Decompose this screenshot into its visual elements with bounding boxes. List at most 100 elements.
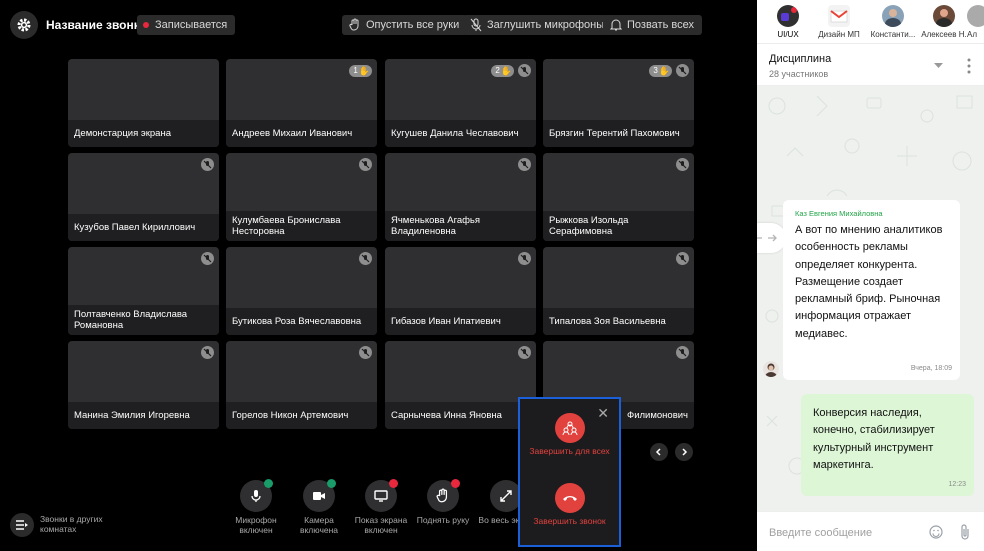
tab-konstantin[interactable]: Константи... (868, 5, 918, 40)
participant-tile[interactable]: 3 ✋ Брязгин Терентий Пахомович (543, 59, 694, 147)
lower-all-hands-label: Опустить все руки (366, 19, 460, 31)
mic-muted-icon (359, 346, 372, 359)
expand-collapse-button[interactable] (757, 223, 786, 253)
participant-tile[interactable]: Горелов Никон Артемович (226, 341, 377, 429)
members-count: 28 участников (769, 69, 829, 79)
tab-alekseev[interactable]: Алексеев Н. (919, 5, 969, 40)
chevron-right-icon (682, 448, 688, 456)
participant-tile[interactable]: Типалова Зоя Васильевна (543, 247, 694, 335)
group-icon (562, 421, 577, 435)
participant-tile[interactable]: Демонстарция экрана (68, 59, 219, 147)
screen-share-control[interactable]: Показ экрана включен (349, 479, 413, 535)
phone-hangup-icon (562, 496, 577, 501)
end-call-button[interactable]: Завершить звонок (520, 483, 619, 526)
mute-all-button[interactable]: Заглушить микрофоны (463, 15, 613, 35)
ui-ux-avatar (777, 5, 799, 27)
mute-all-label: Заглушить микрофоны (487, 19, 605, 31)
mic-label: Микрофон включен (235, 515, 277, 535)
call-all-label: Позвать всех (627, 19, 694, 31)
mic-control[interactable]: Микрофон включен (224, 479, 288, 535)
participant-tile[interactable]: Кулумбаева Бронислава Несторовна (226, 153, 377, 241)
hand-icon (436, 488, 448, 503)
raise-hand-control[interactable]: Поднять руку (411, 479, 475, 525)
arrow-right-icon (768, 234, 777, 242)
more-vertical-icon[interactable] (967, 58, 971, 74)
participant-name: Брязгин Терентий Пахомович (543, 120, 694, 147)
participant-tile[interactable]: Бутикова Роза Вячеславовна (226, 247, 377, 335)
participant-name: Кузубов Павел Кириллович (68, 214, 219, 241)
participant-tile[interactable]: 2 ✋ Кугушев Данила Чеславович (385, 59, 536, 147)
participant-name: Андреев Михаил Иванович (226, 120, 377, 147)
mic-muted-icon (201, 252, 214, 265)
participant-name: Полтавченко Владислава Романовна (68, 305, 219, 335)
participant-tile[interactable]: Гибазов Иван Ипатиевич (385, 247, 536, 335)
channel-name: Дисциплина (769, 53, 832, 65)
person-avatar (882, 5, 904, 27)
chat-panel: UI/UX Дизайн МП Константи... Алексеев Н.… (757, 0, 984, 551)
participant-name: Манина Эмилия Игоревна (68, 402, 219, 429)
participant-tile[interactable]: Сарнычева Инна Яновна (385, 341, 536, 429)
call-area: Название звонка Записывается Опустить вс… (0, 0, 757, 551)
participant-tile[interactable]: Манина Эмилия Игоревна (68, 341, 219, 429)
mic-icon (251, 490, 261, 502)
person-avatar (967, 5, 984, 27)
call-all-button[interactable]: Позвать всех (603, 15, 702, 35)
message-author: Каз Евгения Михайловна (795, 209, 883, 218)
participant-tile[interactable]: 1 ✋ Андреев Михаил Иванович (226, 59, 377, 147)
participant-tile[interactable]: Рыжкова Изольда Серафимовна (543, 153, 694, 241)
message-input[interactable]: Введите сообщение (769, 527, 872, 539)
other-rooms-button[interactable]: Звонки в других комнатах (10, 513, 103, 537)
camera-label: Камера включена (299, 515, 339, 535)
tab-label: UI/UX (777, 30, 799, 39)
tab-ui-ux[interactable]: UI/UX (763, 5, 813, 40)
message-time: Вчера, 18:09 (910, 365, 952, 372)
hand-icon: ✋ (358, 66, 370, 76)
call-topbar: Название звонка Записывается Опустить вс… (0, 0, 757, 50)
participant-name: Кулумбаева Бронислава Несторовна (226, 211, 377, 241)
mic-muted-icon (676, 158, 689, 171)
camera-icon (313, 492, 325, 500)
participant-name: Типалова Зоя Васильевна (543, 308, 694, 335)
chat-messages: Каз Евгения Михайловна А вот по мнению а… (757, 86, 984, 511)
end-for-all-button[interactable]: Завершить для всех (520, 413, 619, 456)
incoming-message[interactable]: Каз Евгения Михайловна А вот по мнению а… (783, 200, 960, 380)
monitor-icon (374, 490, 388, 502)
mic-muted-icon (518, 158, 531, 171)
end-call-label: Завершить звонок (533, 516, 606, 526)
settings-button[interactable] (10, 11, 38, 39)
bell-icon (610, 19, 622, 31)
mic-muted-icon (518, 252, 531, 265)
tab-design[interactable]: Дизайн МП (814, 5, 864, 40)
caret-down-icon[interactable] (934, 63, 943, 68)
tab-label: Алексеев Н. (921, 30, 967, 39)
mic-muted-icon (359, 252, 372, 265)
message-text: Конверсия наследия, конечно, стабилизиру… (813, 407, 935, 471)
tab-label: Дизайн МП (818, 30, 860, 39)
outgoing-message[interactable]: Конверсия наследия, конечно, стабилизиру… (801, 394, 974, 496)
avatar[interactable] (763, 361, 779, 377)
end-call-menu: ✕ Завершить для всех Завершить звонок (518, 397, 621, 547)
mic-muted-icon (201, 158, 214, 171)
gmail-avatar (828, 5, 850, 27)
paperclip-icon[interactable] (959, 524, 971, 540)
participant-name: Кугушев Данила Чеславович (385, 120, 536, 147)
prev-page-button[interactable] (650, 443, 668, 461)
hand-order: 3 (653, 66, 658, 75)
chat-header: Дисциплина 28 участников (757, 44, 984, 86)
person-avatar (933, 5, 955, 27)
participant-name: Сарнычева Инна Яновна (385, 402, 536, 429)
participant-tile[interactable]: Ячменькова Агафья Владиленовна (385, 153, 536, 241)
tab-more[interactable]: Ал (967, 5, 984, 40)
screen-share-label: Показ экрана включен (354, 515, 408, 535)
participant-tile[interactable]: Полтавченко Владислава Романовна (68, 247, 219, 335)
participant-tile[interactable]: Кузубов Павел Кириллович (68, 153, 219, 241)
mic-off-icon (470, 18, 482, 32)
call-title: Название звонка (46, 18, 147, 32)
participant-name: Бутикова Роза Вячеславовна (226, 308, 377, 335)
camera-control[interactable]: Камера включена (287, 479, 351, 535)
recording-badge: Записывается (137, 15, 236, 35)
lower-all-hands-button[interactable]: Опустить все руки (342, 15, 468, 35)
next-page-button[interactable] (675, 443, 693, 461)
list-icon (10, 513, 34, 537)
emoji-icon[interactable] (929, 525, 943, 539)
